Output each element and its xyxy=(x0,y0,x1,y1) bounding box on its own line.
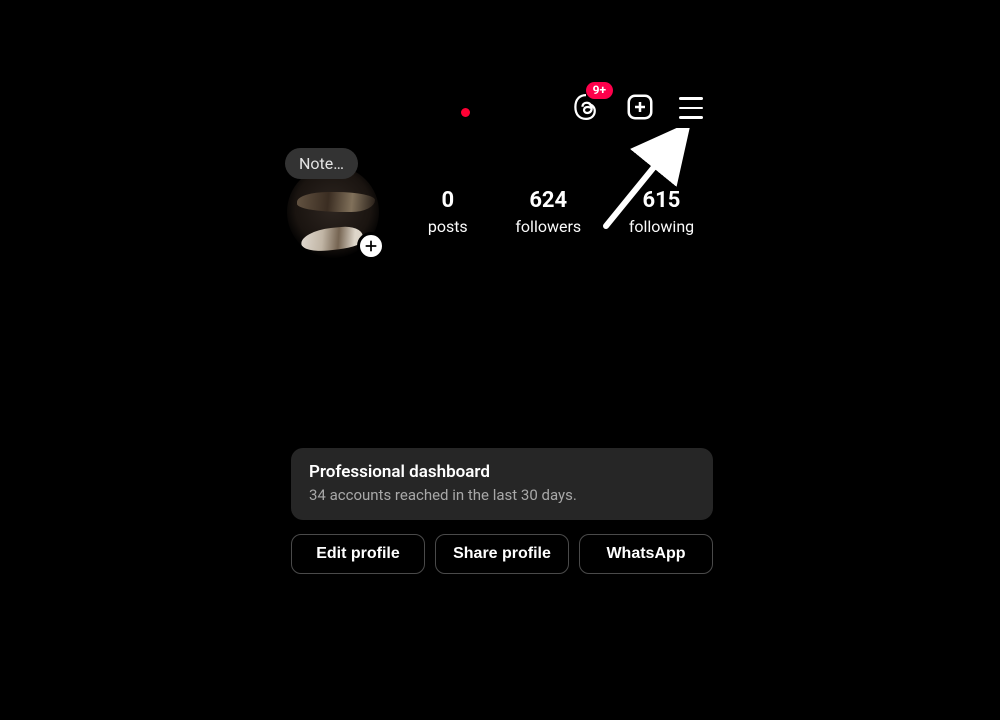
stat-posts-count: 0 xyxy=(428,188,468,214)
stat-following[interactable]: 615 following xyxy=(629,188,694,235)
create-post-button[interactable] xyxy=(625,92,657,124)
plus-icon xyxy=(364,239,378,253)
stat-followers-count: 624 xyxy=(515,188,581,214)
profile-stats: 0 posts 624 followers 615 following xyxy=(397,188,717,235)
hamburger-menu-icon xyxy=(679,97,703,100)
avatar-container: Note… xyxy=(287,166,397,258)
stat-posts-label: posts xyxy=(428,217,468,236)
note-bubble[interactable]: Note… xyxy=(285,148,358,179)
stat-following-count: 615 xyxy=(629,188,694,214)
create-post-icon xyxy=(625,92,655,122)
stat-followers-label: followers xyxy=(515,217,581,236)
whatsapp-button[interactable]: WhatsApp xyxy=(579,534,713,574)
profile-actions-row: Edit profile Share profile WhatsApp xyxy=(291,534,713,574)
dashboard-subtitle: 34 accounts reached in the last 30 days. xyxy=(309,486,695,504)
stat-followers[interactable]: 624 followers xyxy=(515,188,581,235)
stat-posts[interactable]: 0 posts xyxy=(428,188,468,235)
notification-dot-icon xyxy=(461,108,470,117)
username-dropdown[interactable]: username xyxy=(297,94,395,119)
top-icons: 9+ xyxy=(571,92,709,124)
username-text: username xyxy=(297,94,395,119)
share-profile-button[interactable]: Share profile xyxy=(435,534,569,574)
profile-screen: username 9+ xyxy=(287,82,717,574)
dashboard-title: Professional dashboard xyxy=(309,462,695,482)
stat-following-label: following xyxy=(629,217,694,236)
top-bar: username 9+ xyxy=(287,82,717,132)
threads-badge: 9+ xyxy=(586,82,613,99)
professional-dashboard-card[interactable]: Professional dashboard 34 accounts reach… xyxy=(291,448,713,520)
menu-button[interactable] xyxy=(679,93,709,123)
threads-button[interactable]: 9+ xyxy=(571,92,603,124)
edit-profile-button[interactable]: Edit profile xyxy=(291,534,425,574)
add-story-button[interactable] xyxy=(357,232,385,260)
profile-header-row: Note… 0 posts 624 followers 615 followin… xyxy=(287,166,717,258)
